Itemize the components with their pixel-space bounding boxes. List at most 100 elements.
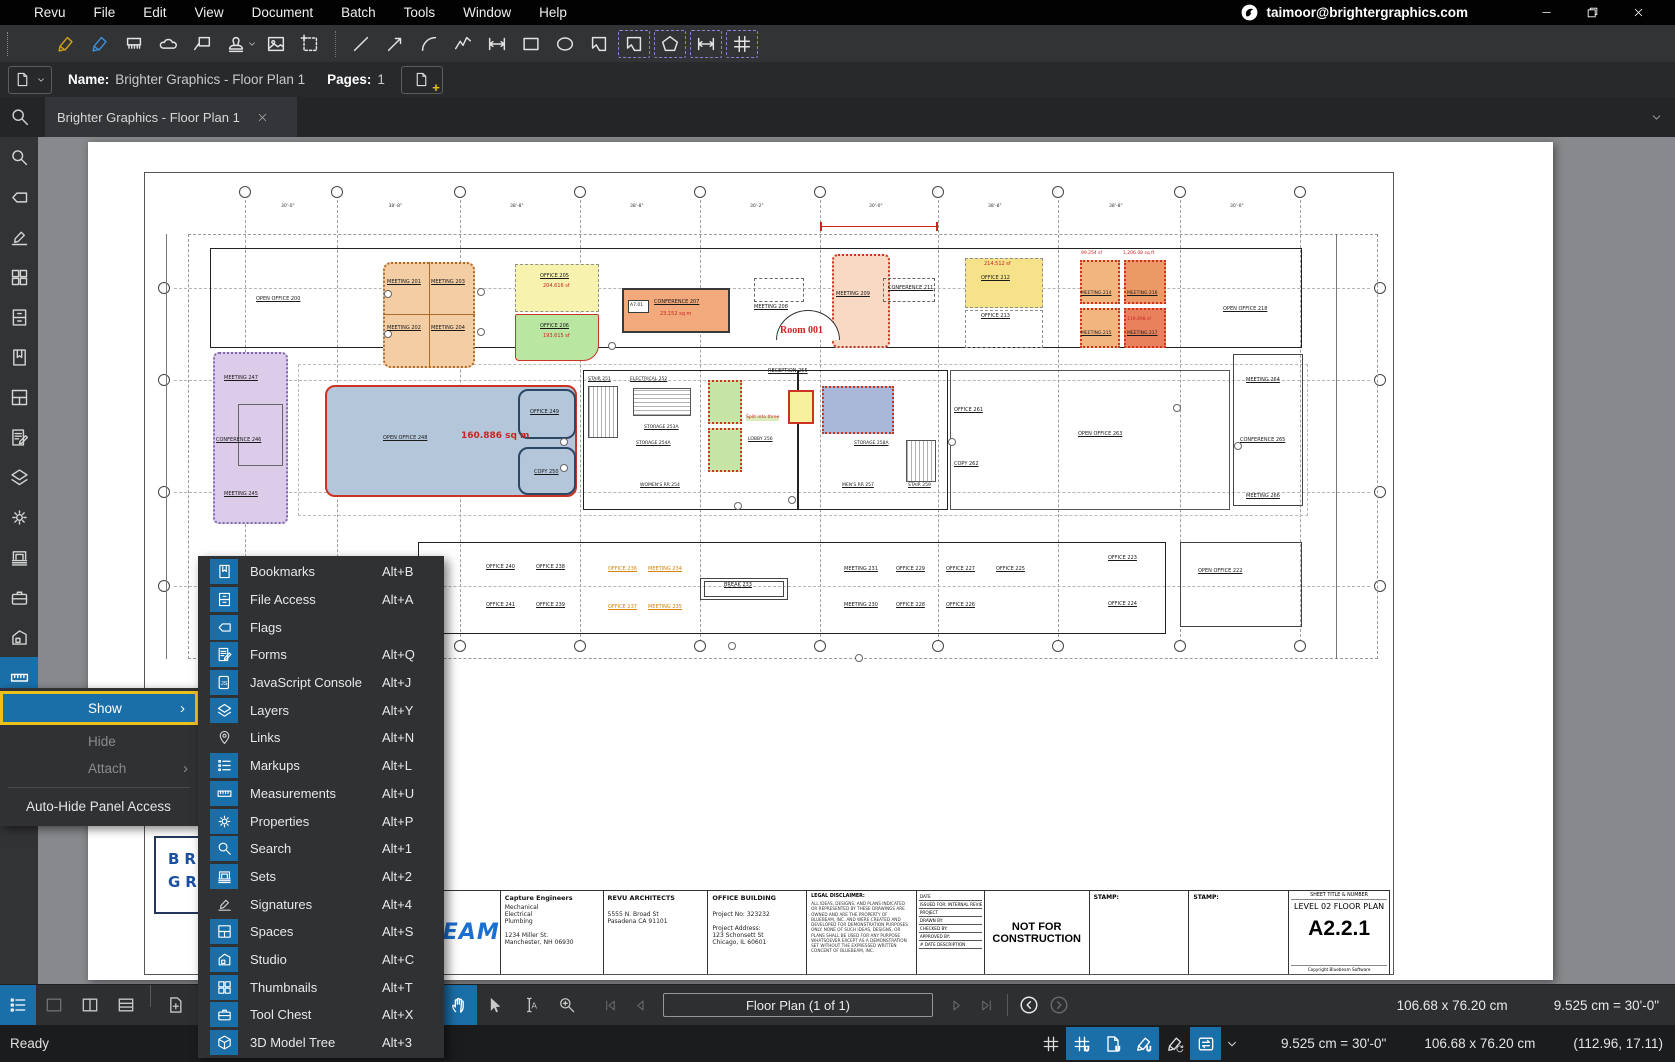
context-menu-item-auto-hide-panel-access[interactable]: Auto-Hide Panel Access (0, 793, 198, 820)
status-text: Ready (10, 1036, 49, 1051)
menu-view[interactable]: View (181, 5, 238, 20)
rectangle-tool[interactable] (514, 29, 548, 59)
panel-menu-item-sets[interactable]: SetsAlt+2 (198, 863, 444, 891)
panel-menu-item-search[interactable]: SearchAlt+1 (198, 835, 444, 863)
single-pane[interactable] (36, 985, 72, 1025)
panel-menu-item-layers[interactable]: LayersAlt+Y (198, 696, 444, 724)
sidebar-item-forms[interactable] (0, 417, 38, 457)
arc-tool[interactable] (412, 29, 446, 59)
select-text-tool[interactable] (513, 985, 549, 1025)
sidebar-item-properties[interactable] (0, 497, 38, 537)
last-page-button[interactable] (971, 990, 1001, 1020)
arrow-tool[interactable] (378, 29, 412, 59)
menu-revu[interactable]: Revu (20, 5, 80, 20)
fit-page[interactable] (157, 985, 193, 1025)
first-page-button[interactable] (595, 990, 625, 1020)
split-horizontal[interactable] (108, 985, 144, 1025)
menu-batch[interactable]: Batch (327, 5, 390, 20)
menu-help[interactable]: Help (525, 5, 581, 20)
context-menu-item-show[interactable]: Show› (0, 691, 198, 725)
ellipse-tool[interactable] (548, 29, 582, 59)
measure-count-tool[interactable] (726, 30, 758, 58)
account-email[interactable]: taimoor@brightergraphics.com (1267, 5, 1468, 20)
text-box-tool[interactable] (15, 29, 49, 59)
measure-length-tool[interactable] (690, 30, 722, 58)
tab-overflow-chevron-icon[interactable] (1650, 111, 1663, 124)
panel-menu-item-thumbnails[interactable]: ThumbnailsAlt+T (198, 973, 444, 1001)
document-tab[interactable]: Brighter Graphics - Floor Plan 1 (45, 97, 297, 137)
close-button[interactable] (1615, 0, 1661, 25)
grid-toggle[interactable] (1035, 1027, 1066, 1060)
panel-menu-item-spaces[interactable]: SpacesAlt+S (198, 918, 444, 946)
cloud-tool[interactable] (151, 29, 185, 59)
room-label: OFFICE 227 (946, 567, 975, 573)
wall-outline (1336, 234, 1337, 659)
synchronize-views-chevron-icon[interactable] (1225, 1037, 1239, 1051)
measure-area-tool[interactable] (618, 30, 650, 58)
panel-menu-item-forms[interactable]: FormsAlt+Q (198, 641, 444, 669)
polygon-tool[interactable] (582, 29, 616, 59)
zoom-tool[interactable] (549, 985, 585, 1025)
previous-view-button[interactable] (1014, 990, 1044, 1020)
menu-window[interactable]: Window (449, 5, 525, 20)
measure-volume-tool[interactable] (654, 30, 686, 58)
callout-tool[interactable] (185, 29, 219, 59)
previous-page-button[interactable] (625, 990, 655, 1020)
panel-menu-item-measurements[interactable]: MeasurementsAlt+U (198, 780, 444, 808)
sidebar-item-layers[interactable] (0, 457, 38, 497)
panel-menu-item-markups[interactable]: MarkupsAlt+L (198, 752, 444, 780)
pen-tool[interactable] (83, 29, 117, 59)
panel-menu-item-file-access[interactable]: File AccessAlt+A (198, 586, 444, 614)
markup-sequence[interactable] (1159, 1027, 1190, 1060)
sidebar-item-flags[interactable] (0, 177, 38, 217)
dimension-tool[interactable] (480, 29, 514, 59)
minimize-button[interactable] (1523, 0, 1569, 25)
page-field[interactable]: Floor Plan (1 of 1) (663, 993, 933, 1017)
panel-menu-item-tool-chest[interactable]: Tool ChestAlt+X (198, 1001, 444, 1029)
toolbar-grip[interactable] (7, 32, 8, 56)
menu-file[interactable]: File (80, 5, 130, 20)
select-tool[interactable] (477, 985, 513, 1025)
stamp-tool-chevron-icon[interactable] (247, 39, 257, 49)
snap-to-content[interactable] (1097, 1027, 1128, 1060)
eraser-tool[interactable] (117, 29, 151, 59)
panel-menu-item-signatures[interactable]: SignaturesAlt+4 (198, 890, 444, 918)
sidebar-item-tool-chest[interactable] (0, 577, 38, 617)
sidebar-item-signatures[interactable] (0, 217, 38, 257)
panel-menu-item-links[interactable]: LinksAlt+N (198, 724, 444, 752)
sidebar-item-spaces[interactable] (0, 377, 38, 417)
panel-menu-item-flags[interactable]: Flags (198, 613, 444, 641)
split-vertical[interactable] (72, 985, 108, 1025)
restore-button[interactable] (1569, 0, 1615, 25)
panel-menu-item-javascript-console[interactable]: JavaScript ConsoleAlt+J (198, 669, 444, 697)
panel-menu-item-studio[interactable]: StudioAlt+C (198, 946, 444, 974)
next-view-button[interactable] (1044, 990, 1074, 1020)
line-tool[interactable] (344, 29, 378, 59)
panel-menu-item-3d-model-tree[interactable]: 3D Model TreeAlt+3 (198, 1029, 444, 1057)
polyline-tool[interactable] (446, 29, 480, 59)
sidebar-item-search[interactable] (0, 137, 38, 177)
file-menu-button[interactable] (8, 66, 52, 94)
tab-close-icon[interactable] (256, 111, 269, 124)
sidebar-item-studio[interactable] (0, 617, 38, 657)
snap-to-grid[interactable] (1066, 1027, 1097, 1060)
menu-document[interactable]: Document (238, 5, 328, 20)
snapshot-tool[interactable] (293, 29, 327, 59)
sidebar-item-bookmarks[interactable] (0, 337, 38, 377)
sidebar-item-file-access[interactable] (0, 297, 38, 337)
sidebar-item-sets[interactable] (0, 537, 38, 577)
sidebar-item-thumbnails[interactable] (0, 257, 38, 297)
panel-menu-item-properties[interactable]: PropertiesAlt+P (198, 807, 444, 835)
next-page-button[interactable] (941, 990, 971, 1020)
markup-list-toggle[interactable] (0, 985, 36, 1025)
menu-edit[interactable]: Edit (129, 5, 180, 20)
insert-page-button[interactable]: + (401, 66, 443, 94)
image-tool[interactable] (259, 29, 293, 59)
snap-to-markup[interactable] (1128, 1027, 1159, 1060)
panel-menu-item-bookmarks[interactable]: BookmarksAlt+B (198, 558, 444, 586)
search-icon[interactable] (9, 106, 31, 128)
menu-tools[interactable]: Tools (390, 5, 450, 20)
synchronize-views[interactable] (1190, 1027, 1221, 1060)
pan-tool[interactable] (441, 985, 477, 1025)
highlight-tool[interactable] (49, 29, 83, 59)
